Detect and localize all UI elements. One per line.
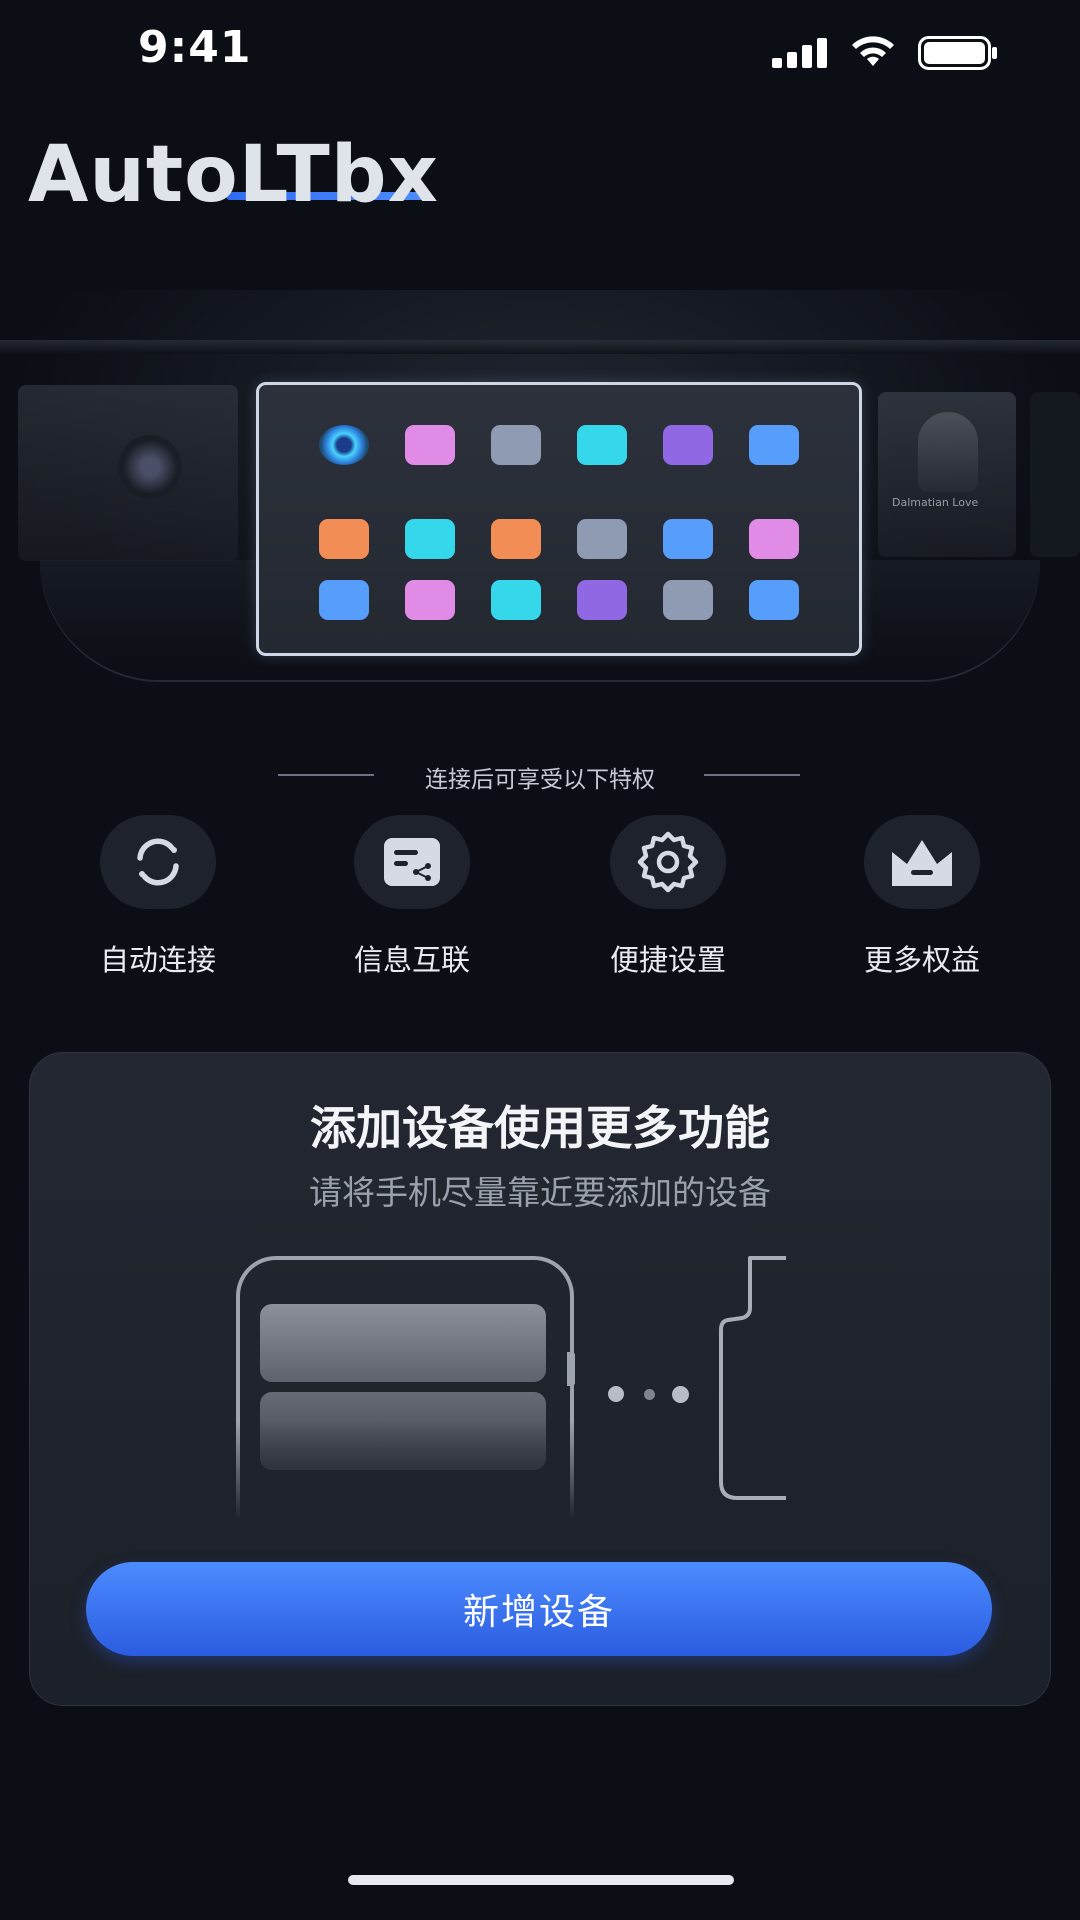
feature-icon-bg — [864, 815, 980, 909]
phone-side-button — [567, 1352, 575, 1386]
home-indicator[interactable] — [348, 1875, 734, 1885]
connection-dot — [608, 1386, 624, 1402]
add-device-button[interactable]: 新增设备 — [86, 1562, 992, 1656]
car-app-tile — [405, 580, 455, 620]
app-title: AutoLTbx — [28, 130, 439, 220]
feature-icon-bg — [354, 815, 470, 909]
wifi-icon — [852, 36, 894, 66]
album-art-figure — [918, 412, 978, 492]
music-card-title: Dalmatian Love — [892, 496, 979, 509]
message-share-icon — [384, 838, 440, 886]
car-app-tile — [319, 519, 369, 559]
speedometer-knob — [118, 435, 182, 499]
car-app-tile — [577, 425, 627, 465]
connection-dot — [644, 1389, 655, 1400]
feature-icon-bg — [610, 815, 726, 909]
hero-side-card-far — [1030, 392, 1080, 557]
feature-label: 更多权益 — [863, 943, 980, 977]
car-app-tile — [749, 580, 799, 620]
feature-label: 便捷设置 — [609, 943, 726, 977]
privileges-caption: 连接后可享受以下特权 — [425, 767, 655, 793]
feature-more-benefits[interactable]: 更多权益 — [842, 815, 1002, 979]
hero-side-card-right: Dalmatian Love — [878, 392, 1016, 557]
feature-info-link[interactable]: 信息互联 — [332, 815, 492, 979]
feature-label: 自动连接 — [99, 943, 216, 977]
status-time: 9:41 — [138, 22, 252, 73]
feature-auto-connect[interactable]: 自动连接 — [78, 815, 238, 979]
car-app-tile — [663, 580, 713, 620]
phone-fade-overlay — [226, 1420, 586, 1520]
cellular-signal-icon — [772, 38, 827, 68]
feature-icon-bg — [100, 815, 216, 909]
car-app-tile — [577, 519, 627, 559]
car-screen — [256, 382, 862, 656]
car-app-tile — [405, 519, 455, 559]
car-app-tile — [577, 580, 627, 620]
car-app-tile — [319, 580, 369, 620]
dashboard-ridge — [0, 340, 1080, 354]
add-device-subtitle: 请将手机尽量靠近要添加的设备 — [309, 1173, 771, 1212]
connection-dot — [672, 1386, 689, 1403]
feature-label: 信息互联 — [353, 943, 470, 977]
gear-icon — [637, 831, 699, 893]
add-device-title: 添加设备使用更多功能 — [310, 1101, 770, 1155]
car-device-outline-icon — [719, 1256, 786, 1500]
sync-icon — [137, 838, 179, 886]
car-app-tile — [749, 425, 799, 465]
car-app-tile — [749, 519, 799, 559]
car-app-tile — [491, 519, 541, 559]
car-app-tile — [319, 425, 369, 465]
phone-content-block-1 — [260, 1304, 546, 1382]
caption-divider-left — [278, 774, 374, 776]
feature-quick-settings[interactable]: 便捷设置 — [588, 815, 748, 979]
car-app-tile — [405, 425, 455, 465]
caption-divider-right — [704, 774, 800, 776]
car-app-tile — [491, 580, 541, 620]
car-app-tile — [663, 425, 713, 465]
car-app-tile — [491, 425, 541, 465]
hero-side-card-left — [18, 385, 238, 561]
battery-icon — [918, 36, 997, 70]
car-app-tile — [663, 519, 713, 559]
crown-icon — [892, 840, 952, 886]
